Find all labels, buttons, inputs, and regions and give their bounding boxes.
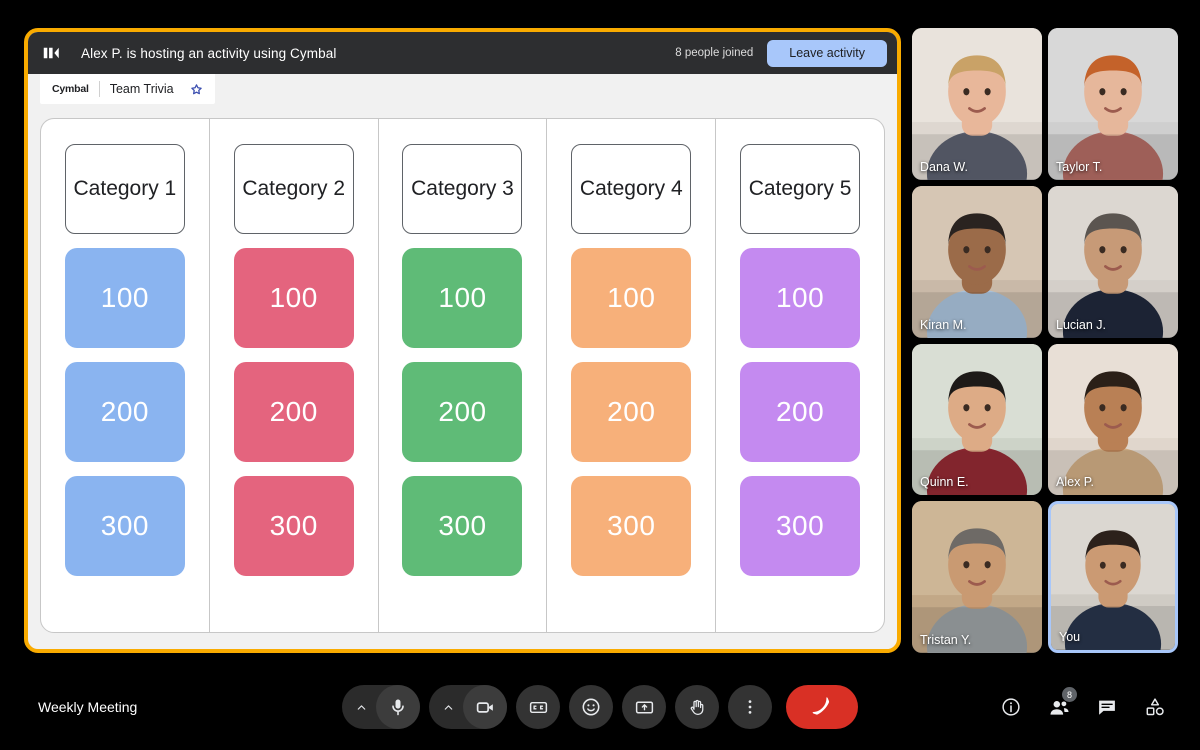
value-tile[interactable]: 100: [233, 248, 354, 348]
emoji-reaction-button[interactable]: [569, 685, 613, 729]
participant-name: Lucian J.: [1056, 317, 1107, 332]
activity-header-bar: Alex P. is hosting an activity using Cym…: [28, 32, 897, 74]
closed-captions-button[interactable]: [516, 685, 560, 729]
board-column: Category 5 100 200 300: [716, 119, 884, 632]
value-tile[interactable]: 300: [740, 476, 861, 576]
participant-video-feed: [912, 501, 1042, 653]
value-tile[interactable]: 300: [64, 476, 185, 576]
participant-video-feed: [912, 343, 1042, 496]
participant-video-feed: [1048, 343, 1178, 496]
value-tile[interactable]: 200: [571, 362, 692, 462]
participant-tile[interactable]: Alex P.: [1048, 343, 1178, 496]
category-card[interactable]: Category 2: [233, 144, 354, 234]
microphone-control[interactable]: [342, 685, 420, 729]
cymbal-brand-label: Cymbal: [52, 83, 89, 95]
end-call-button[interactable]: [786, 685, 858, 729]
people-count-badge: 8: [1062, 687, 1077, 702]
trivia-board-area: Category 1 100 200 300 Category 2 100 200 300 Ca…: [28, 104, 897, 649]
board-column: Category 1 100 200 300: [41, 119, 210, 632]
camera-button[interactable]: [463, 685, 507, 729]
participant-grid: Dana W. Taylor T. Kiran M. Lucian J. Quinn E…: [912, 28, 1178, 653]
value-tile[interactable]: 200: [402, 362, 523, 462]
participant-tile[interactable]: Lucian J.: [1048, 185, 1178, 338]
value-tile[interactable]: 300: [571, 476, 692, 576]
activities-button[interactable]: [1134, 686, 1176, 728]
end-call-icon: [812, 697, 830, 715]
value-tile[interactable]: 200: [64, 362, 185, 462]
meeting-bottom-bar: Weekly Meeting 8: [0, 664, 1200, 750]
leave-activity-button[interactable]: Leave activity: [767, 39, 887, 67]
board-column: Category 3 100 200 300: [379, 119, 548, 632]
microphone-button[interactable]: [376, 685, 420, 729]
tab-divider: [98, 81, 100, 97]
value-tile[interactable]: 200: [233, 362, 354, 462]
star-icon[interactable]: [190, 83, 203, 96]
participant-video-feed: [1048, 185, 1178, 338]
category-card[interactable]: Category 4: [571, 144, 692, 234]
participant-video-feed: [1048, 28, 1178, 180]
activity-panel: Alex P. is hosting an activity using Cym…: [24, 28, 901, 653]
value-tile[interactable]: 200: [740, 362, 861, 462]
meeting-controls-toolbar: [342, 685, 858, 729]
microphone-icon: [392, 699, 404, 716]
raise-hand-icon: [690, 699, 703, 715]
cymbal-logo-icon: [42, 43, 72, 63]
emoji-reaction-icon: [582, 698, 600, 716]
participant-video-feed: [1051, 504, 1175, 650]
more-options-icon: [748, 700, 752, 714]
participant-tile[interactable]: Tristan Y.: [912, 501, 1042, 653]
participant-name: Kiran M.: [920, 317, 967, 332]
chat-button[interactable]: [1086, 686, 1128, 728]
joined-count-label: 8 people joined: [675, 47, 754, 59]
board-column: Category 4 100 200 300: [547, 119, 717, 632]
activity-tab-strip: Cymbal Team Trivia: [28, 74, 897, 104]
participant-name: Dana W.: [920, 159, 968, 174]
value-tile[interactable]: 300: [233, 476, 354, 576]
category-card[interactable]: Category 5: [740, 144, 861, 234]
closed-captions-icon: [529, 701, 547, 713]
participant-tile[interactable]: Kiran M.: [912, 185, 1042, 338]
participant-name: Quinn E.: [920, 475, 969, 490]
participant-tile[interactable]: Taylor T.: [1048, 28, 1178, 180]
meeting-title: Weekly Meeting: [38, 699, 138, 715]
participant-tile[interactable]: Quinn E.: [912, 343, 1042, 496]
board-column: Category 2 100 200 300: [210, 119, 379, 632]
participant-tile[interactable]: Dana W.: [912, 28, 1042, 180]
meeting-right-toolbar: 8: [990, 686, 1176, 728]
activities-icon: [1146, 698, 1164, 716]
category-card[interactable]: Category 1: [64, 144, 185, 234]
participant-name: You: [1059, 630, 1081, 644]
camera-control[interactable]: [429, 685, 507, 729]
value-tile[interactable]: 100: [402, 248, 523, 348]
participant-name: Tristan Y.: [920, 633, 972, 647]
activity-host-text: Alex P. is hosting an activity using Cym…: [81, 45, 337, 61]
microphone-chevron-down-icon[interactable]: [346, 687, 376, 727]
camera-chevron-down-icon[interactable]: [433, 687, 463, 727]
raise-hand-button[interactable]: [675, 685, 719, 729]
info-button[interactable]: [990, 686, 1032, 728]
value-tile[interactable]: 300: [402, 476, 523, 576]
activity-tab[interactable]: Cymbal Team Trivia: [40, 74, 215, 104]
people-button[interactable]: 8: [1038, 686, 1080, 728]
participant-name: Alex P.: [1056, 475, 1094, 490]
activity-tab-title: Team Trivia: [109, 82, 174, 96]
value-tile[interactable]: 100: [571, 248, 692, 348]
participant-video-feed: [912, 28, 1042, 180]
chat-icon: [1099, 700, 1115, 715]
participant-tile-you[interactable]: You: [1048, 501, 1178, 653]
info-icon: [1002, 698, 1020, 716]
camera-icon: [476, 701, 493, 713]
category-card[interactable]: Category 3: [402, 144, 523, 234]
present-screen-icon: [635, 701, 653, 713]
present-screen-button[interactable]: [622, 685, 666, 729]
more-options-button[interactable]: [728, 685, 772, 729]
participant-name: Taylor T.: [1056, 159, 1103, 174]
activity-header-actions: 8 people joined Leave activity: [675, 39, 887, 67]
value-tile[interactable]: 100: [64, 248, 185, 348]
value-tile[interactable]: 100: [740, 248, 861, 348]
trivia-board: Category 1 100 200 300 Category 2 100 200 300 Ca…: [40, 118, 885, 633]
participant-video-feed: [912, 185, 1042, 338]
